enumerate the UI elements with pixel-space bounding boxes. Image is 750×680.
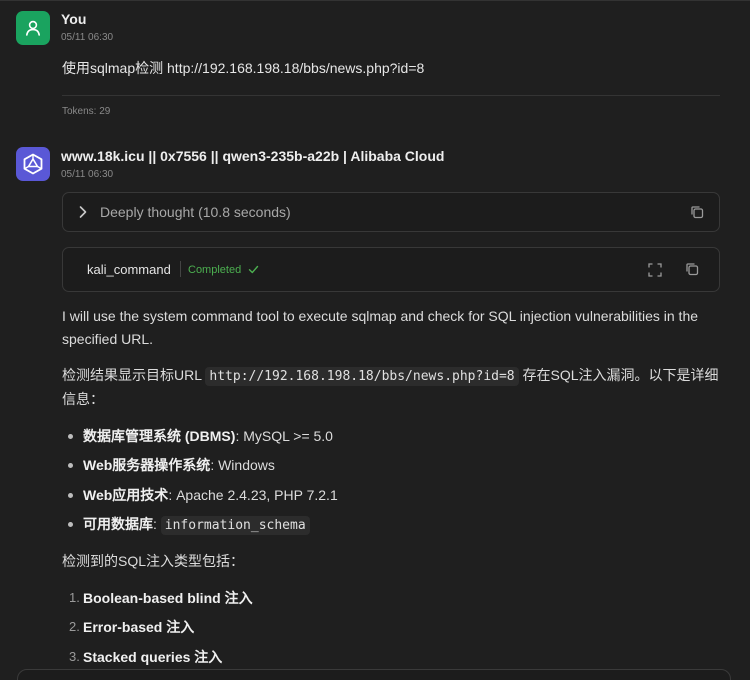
- user-message-time: 05/11 06:30: [61, 32, 114, 43]
- detail-value: : Windows: [210, 457, 275, 473]
- detail-value: : Apache 2.4.23, PHP 7.2.1: [168, 487, 338, 503]
- bot-name: www.18k.icu || 0x7556 || qwen3-235b-a22b…: [61, 148, 445, 164]
- result-url-code: http://192.168.198.18/bbs/news.php?id=8: [205, 367, 519, 386]
- message-divider: [62, 95, 720, 96]
- bullet-dot: [68, 493, 73, 498]
- bullet-dot: [68, 522, 73, 527]
- chevron-right-icon: [79, 206, 87, 218]
- detail-value: :: [153, 516, 161, 532]
- person-icon: [26, 20, 40, 36]
- list-number: 3.: [69, 649, 80, 664]
- user-name: You: [61, 11, 87, 27]
- types-heading: 检测到的SQL注入类型包括：: [62, 553, 245, 569]
- intro-paragraph: I will use the system command tool to ex…: [62, 308, 699, 347]
- detail-value: : MySQL >= 5.0: [235, 428, 333, 444]
- tool-call-card[interactable]: kali_command Completed: [62, 247, 720, 292]
- thinking-toggle[interactable]: Deeply thought (10.8 seconds): [62, 192, 720, 232]
- bot-avatar: [16, 147, 50, 181]
- top-divider: [0, 0, 750, 1]
- bullet-dot: [68, 463, 73, 468]
- list-number: 2.: [69, 619, 80, 634]
- detail-label: 可用数据库: [83, 516, 153, 532]
- expand-icon[interactable]: [648, 263, 662, 277]
- result-prefix: 检测结果显示目标URL: [62, 367, 202, 383]
- message-input-box[interactable]: [17, 669, 731, 680]
- copy-icon[interactable]: [689, 204, 705, 220]
- detail-code: information_schema: [160, 516, 310, 535]
- bullet-dot: [68, 434, 73, 439]
- chat-view: You 05/11 06:30 使用sqlmap检测 http://192.16…: [0, 0, 750, 680]
- result-paragraph: 检测结果显示目标URL http://192.168.198.18/bbs/ne…: [62, 364, 722, 411]
- tool-separator: [180, 261, 181, 277]
- tool-name: kali_command: [87, 262, 171, 277]
- qwen-logo-icon: [23, 153, 43, 175]
- list-number: 1.: [69, 590, 80, 605]
- detail-label: Web应用技术: [83, 487, 169, 503]
- user-message-text: 使用sqlmap检测 http://192.168.198.18/bbs/new…: [62, 60, 425, 76]
- list-text: Stacked queries 注入: [83, 649, 223, 665]
- thinking-label: Deeply thought (10.8 seconds): [100, 204, 291, 220]
- check-icon: [248, 265, 259, 274]
- detail-label: 数据库管理系统 (DBMS): [83, 428, 236, 444]
- bot-message-time: 05/11 06:30: [61, 169, 114, 180]
- tool-status: Completed: [188, 264, 242, 276]
- detail-label: Web服务器操作系统: [83, 457, 211, 473]
- list-text: Boolean-based blind 注入: [83, 590, 253, 606]
- token-count: Tokens: 29: [62, 106, 111, 117]
- user-avatar: [16, 11, 50, 45]
- tool-copy-icon[interactable]: [684, 261, 700, 277]
- list-text: Error-based 注入: [83, 619, 195, 635]
